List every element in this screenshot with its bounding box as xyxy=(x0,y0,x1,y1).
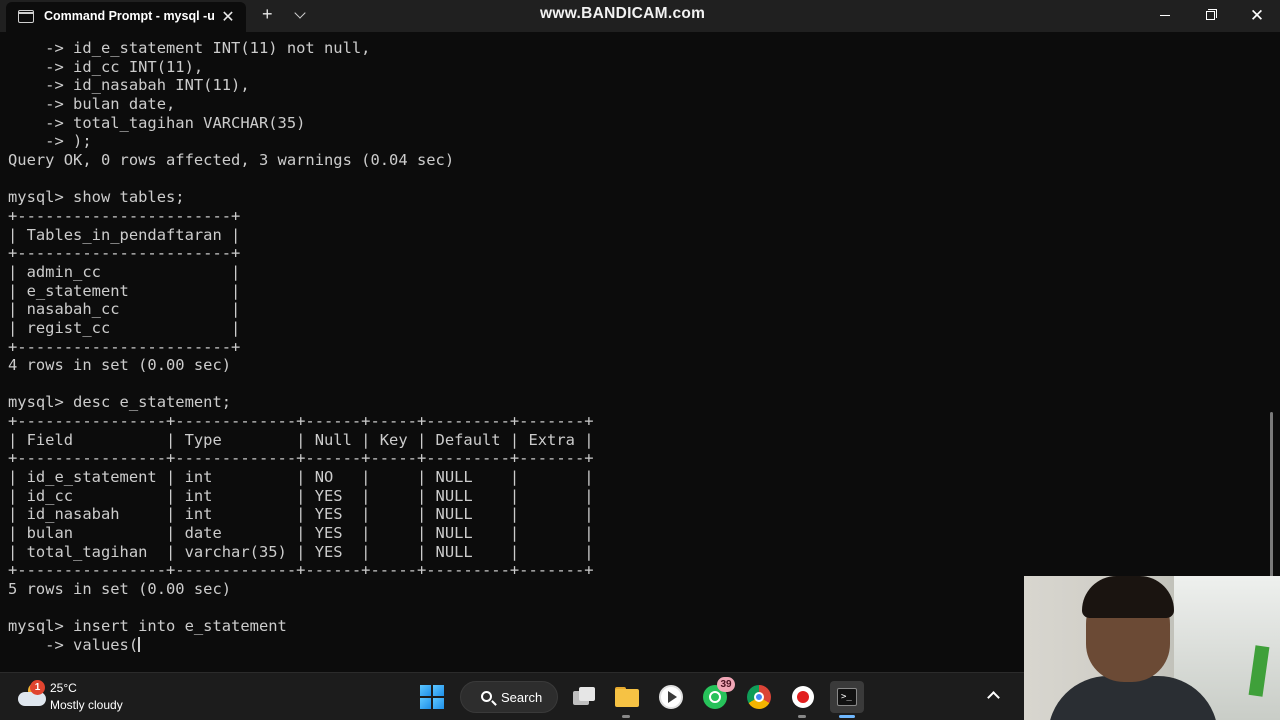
search-icon xyxy=(481,691,492,702)
windows-logo-icon[interactable] xyxy=(420,685,444,709)
terminal-text: -> id_e_statement INT(11) not null, -> i… xyxy=(8,39,594,655)
terminal-line: +----------------+-------------+------+-… xyxy=(8,561,594,580)
restore-icon xyxy=(1206,11,1215,20)
minimize-icon xyxy=(1160,15,1170,16)
terminal-line: | e_statement | xyxy=(8,281,241,300)
terminal-line: | regist_cc | xyxy=(8,318,241,337)
terminal-line: +-----------------------+ xyxy=(8,244,241,263)
whatsapp-badge: 39 xyxy=(717,677,735,692)
cloud-shape xyxy=(18,692,46,706)
chevron-up-icon[interactable] xyxy=(987,691,1000,704)
webcam-person-hair xyxy=(1082,576,1174,618)
terminal-line: +----------------+-------------+------+-… xyxy=(8,412,594,431)
whatsapp-icon[interactable]: 39 xyxy=(699,677,735,713)
terminal-line: | id_e_statement | int | NO | | NULL | | xyxy=(8,468,594,487)
terminal-line: | admin_cc | xyxy=(8,262,241,281)
bandicam-record-icon[interactable] xyxy=(787,681,819,713)
restore-button[interactable] xyxy=(1188,0,1234,32)
terminal-line: | bulan | date | YES | | NULL | | xyxy=(8,524,594,543)
new-tab-button[interactable]: + xyxy=(262,4,273,25)
minimize-button[interactable] xyxy=(1142,0,1188,32)
chevron-down-icon[interactable] xyxy=(294,7,306,19)
terminal-line: mysql> insert into e_statement xyxy=(8,617,287,636)
weather-temperature[interactable]: 25°C xyxy=(50,681,77,695)
close-window-button[interactable]: ✕ xyxy=(1234,0,1280,32)
taskbar-search-button[interactable]: Search xyxy=(460,681,558,713)
weather-badge: 1 xyxy=(30,680,45,695)
terminal-line: +-----------------------+ xyxy=(8,337,241,356)
terminal-line: Query OK, 0 rows affected, 3 warnings (0… xyxy=(8,150,455,169)
task-view-icon[interactable] xyxy=(568,681,600,713)
terminal-line: -> id_nasabah INT(11), xyxy=(8,76,250,95)
start-tile xyxy=(433,685,444,696)
bandicam-watermark: www.BANDICAM.com xyxy=(540,5,706,22)
terminal-line: | Tables_in_pendaftaran | xyxy=(8,225,241,244)
running-indicator xyxy=(622,715,630,718)
terminal-line: | nasabah_cc | xyxy=(8,300,241,319)
terminal-tab[interactable]: Command Prompt - mysql -u ✕ xyxy=(6,2,246,32)
terminal-line: -> id_e_statement INT(11) not null, xyxy=(8,39,371,57)
weather-description[interactable]: Mostly cloudy xyxy=(50,698,123,712)
terminal-line: | id_nasabah | int | YES | | NULL | | xyxy=(8,505,594,524)
tab-title: Command Prompt - mysql -u xyxy=(44,9,214,23)
terminal-line: mysql> desc e_statement; xyxy=(8,393,232,412)
terminal-line: | Field | Type | Null | Key | Default | … xyxy=(8,430,594,449)
folder-icon[interactable] xyxy=(611,681,643,713)
start-tile xyxy=(420,698,431,709)
record-dot xyxy=(797,691,809,703)
terminal-line: | total_tagihan | varchar(35) | YES | | … xyxy=(8,542,594,561)
terminal-line: +----------------+-------------+------+-… xyxy=(8,449,594,468)
terminal-line: 4 rows in set (0.00 sec) xyxy=(8,356,232,375)
terminal-taskbar-icon[interactable]: >_ xyxy=(830,681,864,713)
terminal-line: -> ); xyxy=(8,132,92,151)
terminal-line: -> total_tagihan VARCHAR(35) xyxy=(8,113,306,132)
terminal-line: mysql> show tables; xyxy=(8,188,185,207)
terminal-line: -> values( xyxy=(8,636,141,654)
chrome-icon[interactable] xyxy=(743,681,775,713)
terminal-icon xyxy=(18,10,34,23)
terminal-line: -> bulan date, xyxy=(8,94,176,113)
tab-close-icon[interactable]: ✕ xyxy=(220,7,236,27)
chrome-center xyxy=(754,692,764,702)
terminal-line: -> id_cc INT(11), xyxy=(8,57,204,76)
start-tile xyxy=(420,685,431,696)
whatsapp-bubble xyxy=(709,691,721,703)
webcam-overlay xyxy=(1024,576,1280,720)
terminal-prompt-glyph: >_ xyxy=(841,692,852,702)
folder-body xyxy=(615,689,639,707)
active-indicator xyxy=(839,715,855,718)
title-bar: Command Prompt - mysql -u ✕ + www.BANDIC… xyxy=(0,0,1280,32)
running-indicator xyxy=(798,715,806,718)
terminal-line: +-----------------------+ xyxy=(8,206,241,225)
text-cursor xyxy=(138,637,141,652)
play-icon xyxy=(668,691,677,703)
task-view-front xyxy=(579,687,595,701)
search-label: Search xyxy=(501,690,543,705)
start-tile xyxy=(433,698,444,709)
terminal-line: | id_cc | int | YES | | NULL | | xyxy=(8,486,594,505)
media-player-icon[interactable] xyxy=(655,681,687,713)
terminal-line: 5 rows in set (0.00 sec) xyxy=(8,580,232,599)
taskbar: 1 25°C Mostly cloudy Search 39 >_ xyxy=(0,672,1024,720)
